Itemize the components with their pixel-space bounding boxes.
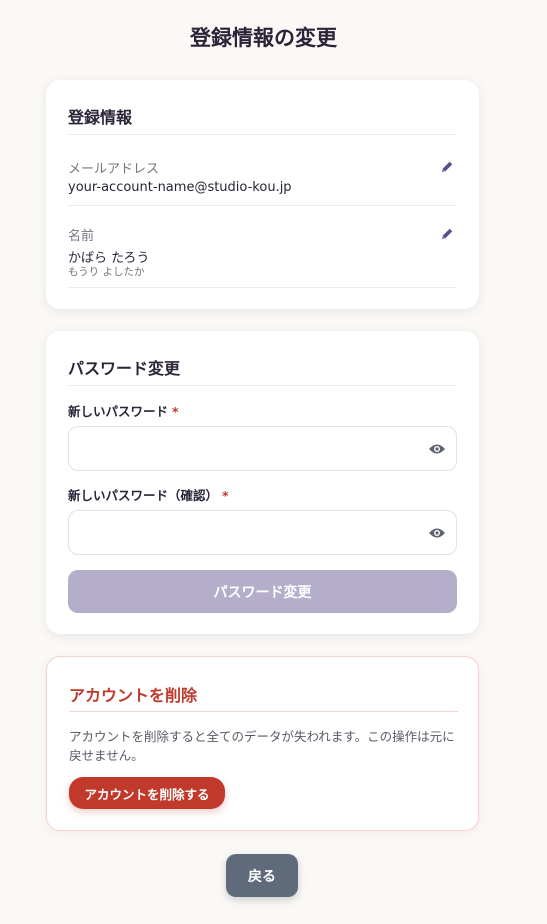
new-password-input[interactable] [69, 427, 409, 470]
divider [68, 134, 457, 135]
back-button[interactable]: 戻る [226, 854, 298, 897]
delete-warning-text: アカウントを削除すると全てのデータが失われます。この操作は元に戻せません。 [69, 729, 455, 763]
divider [68, 385, 457, 386]
new-password-label: 新しいパスワード * [68, 401, 179, 420]
profile-card: 登録情報 メールアドレス your-account-name@studio-ko… [46, 80, 479, 309]
divider [68, 205, 457, 206]
password-card: パスワード変更 新しいパスワード * 新しいパスワード（確認） * パスワード変更 [46, 331, 479, 634]
page-title: 登録情報の変更 [190, 26, 337, 50]
confirm-password-label-text: 新しいパスワード（確認） [68, 488, 219, 503]
delete-account-button[interactable]: アカウントを削除する [69, 777, 225, 809]
new-password-field [68, 426, 457, 471]
confirm-password-label: 新しいパスワード（確認） * [68, 485, 229, 504]
confirm-password-input[interactable] [69, 511, 409, 554]
change-password-button[interactable]: パスワード変更 [68, 570, 457, 613]
pencil-icon [441, 161, 453, 173]
eye-icon [429, 444, 445, 454]
email-label: メールアドレス [68, 162, 160, 177]
profile-card-title: 登録情報 [68, 108, 133, 127]
name-kana: もうり よしたか [68, 266, 145, 278]
new-password-label-text: 新しいパスワード [68, 404, 169, 419]
divider [68, 287, 457, 288]
confirm-password-field [68, 510, 457, 555]
pencil-icon [441, 228, 453, 240]
delete-account-title: アカウントを削除 [69, 686, 198, 705]
edit-name-button[interactable] [438, 225, 456, 243]
eye-icon [429, 528, 445, 538]
required-mark: * [222, 488, 229, 503]
name-label: 名前 [68, 229, 95, 244]
edit-email-button[interactable] [438, 158, 456, 176]
password-card-title: パスワード変更 [68, 359, 181, 378]
required-mark: * [172, 404, 179, 419]
toggle-new-password-visibility[interactable] [427, 439, 447, 459]
delete-account-card: アカウントを削除 アカウントを削除すると全てのデータが失われます。この操作は元に… [46, 656, 479, 831]
email-value: your-account-name@studio-kou.jp [68, 180, 292, 195]
divider [69, 711, 458, 712]
toggle-confirm-password-visibility[interactable] [427, 523, 447, 543]
